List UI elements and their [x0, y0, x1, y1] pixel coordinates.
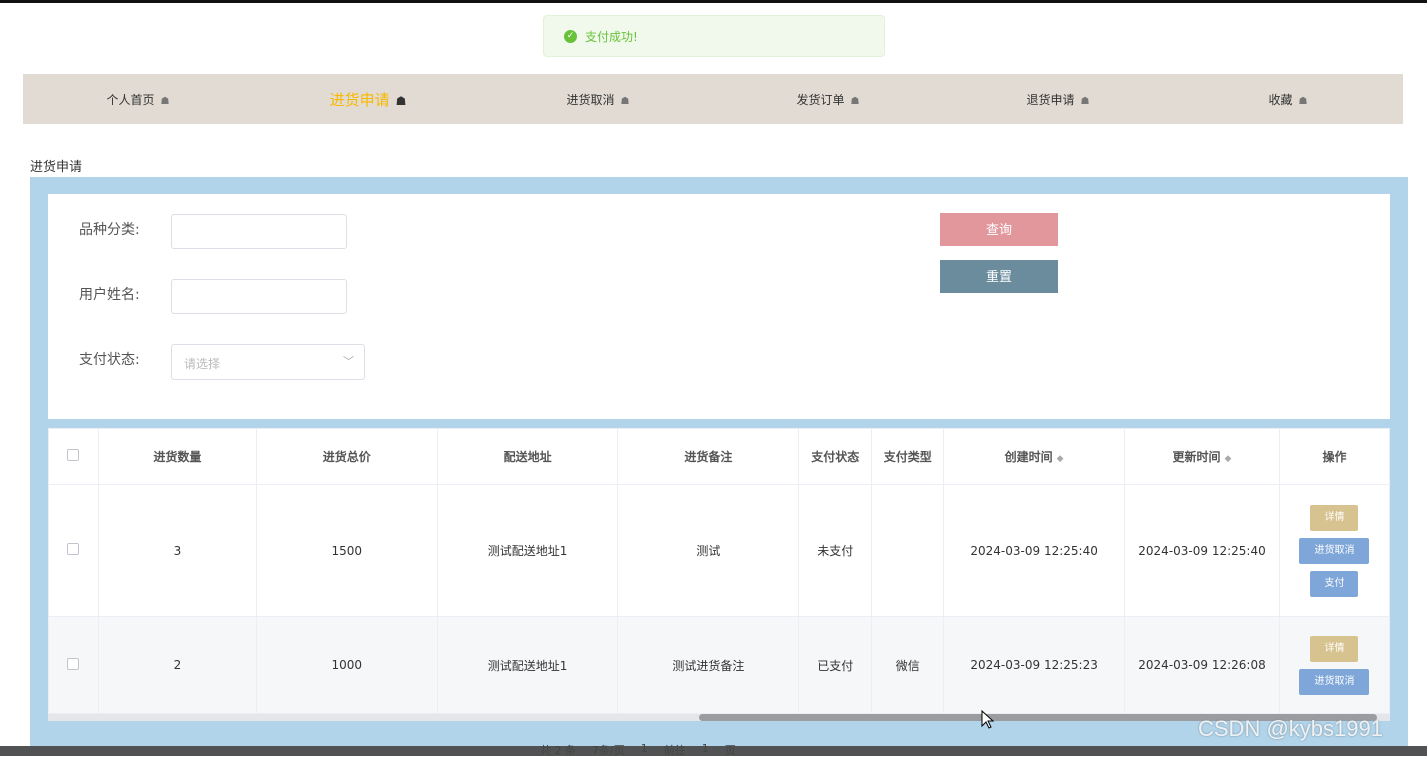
select-all-checkbox[interactable]	[67, 449, 80, 461]
row-select-cell	[48, 484, 99, 617]
header-cell: 进货数量	[97, 428, 257, 485]
nav-label: 个人首页	[106, 92, 155, 107]
header-cell: 进货备注	[617, 428, 800, 485]
sort-icon[interactable]: ◆	[1057, 454, 1064, 464]
nav-label: 发货订单	[796, 92, 845, 107]
header-label: 更新时间	[1172, 450, 1221, 464]
top-nav: 个人首页 ☗ 进货申请 ☗ 进货取消 ☗ 发货订单 ☗ 退货申请 ☗ 收藏 ☗	[23, 74, 1403, 124]
check-circle-icon: ✓	[564, 29, 577, 43]
cancel-purchase-button[interactable]: 进货取消	[1299, 537, 1370, 564]
table-row: 2 1000 测试配送地址1 测试进货备注 已支付 微信 2024-03-09 …	[48, 616, 1390, 714]
cell-created: 2024-03-09 12:25:40	[943, 484, 1126, 617]
cell-pay-type	[871, 484, 945, 617]
query-button[interactable]: 查询	[940, 213, 1058, 246]
cell-remark: 测试	[617, 484, 800, 617]
home-icon: ☗	[395, 93, 407, 108]
username-input[interactable]	[171, 279, 347, 314]
toast-message: 支付成功!	[585, 29, 638, 44]
cell-address: 测试配送地址1	[436, 616, 619, 714]
mouse-cursor-icon	[981, 710, 995, 729]
watermark-text: CSDN @kybs1991	[1198, 716, 1383, 741]
nav-item-home[interactable]: 个人首页 ☗	[23, 91, 253, 108]
nav-item-return-request[interactable]: 退货申请 ☗	[943, 91, 1173, 108]
header-created-time[interactable]: 创建时间 ◆	[943, 428, 1126, 485]
nav-label: 收藏	[1268, 92, 1293, 107]
chevron-down-icon: ﹀	[343, 355, 354, 368]
nav-label: 进货申请	[329, 90, 390, 109]
home-icon: ☗	[1080, 95, 1090, 107]
home-icon: ☗	[160, 95, 170, 107]
cell-actions: 详情 进货取消 支付	[1278, 484, 1390, 617]
nav-item-favorites[interactable]: 收藏 ☗	[1173, 91, 1403, 108]
table-row: 3 1500 测试配送地址1 测试 未支付 2024-03-09 12:25:4…	[48, 484, 1390, 617]
cell-total: 1000	[255, 616, 438, 714]
header-cell: 配送地址	[436, 428, 619, 485]
category-label: 品种分类:	[79, 222, 140, 238]
select-placeholder: 请选择	[184, 357, 221, 371]
header-label: 创建时间	[1004, 450, 1053, 464]
cell-remark: 测试进货备注	[617, 616, 800, 714]
pay-status-label: 支付状态:	[79, 352, 140, 368]
cancel-purchase-button[interactable]: 进货取消	[1299, 668, 1370, 695]
header-updated-time[interactable]: 更新时间 ◆	[1124, 428, 1280, 485]
header-cell: 操作	[1278, 428, 1390, 485]
cell-pay-status: 未支付	[798, 484, 873, 617]
data-table: 进货数量 进货总价 配送地址 进货备注 支付状态 支付类型 创建时间 ◆ 更新时间…	[48, 428, 1390, 717]
cell-actions: 详情 进货取消	[1278, 616, 1390, 714]
header-cell: 支付状态	[798, 428, 873, 485]
detail-button[interactable]: 详情	[1310, 504, 1359, 531]
cell-qty: 2	[97, 616, 257, 714]
header-cell: 支付类型	[871, 428, 945, 485]
category-input[interactable]	[171, 214, 347, 249]
nav-item-shipping-orders[interactable]: 发货订单 ☗	[713, 91, 943, 108]
page-title: 进货申请	[30, 160, 83, 175]
nav-item-purchase-cancel[interactable]: 进货取消 ☗	[483, 91, 713, 108]
home-icon: ☗	[1298, 95, 1308, 107]
cell-updated: 2024-03-09 12:25:40	[1124, 484, 1280, 617]
row-select-cell	[48, 616, 99, 714]
home-icon: ☗	[850, 95, 860, 107]
cell-total: 1500	[255, 484, 438, 617]
sort-icon[interactable]: ◆	[1225, 454, 1232, 464]
cell-created: 2024-03-09 12:25:23	[943, 616, 1126, 714]
pay-status-select[interactable]: 请选择 ﹀	[171, 344, 365, 380]
table-header-row: 进货数量 进货总价 配送地址 进货备注 支付状态 支付类型 创建时间 ◆ 更新时间…	[48, 428, 1390, 485]
reset-button[interactable]: 重置	[940, 260, 1058, 293]
cell-pay-type: 微信	[871, 616, 945, 714]
header-cell: 进货总价	[255, 428, 438, 485]
username-label: 用户姓名:	[79, 287, 140, 303]
nav-item-purchase-request[interactable]: 进货申请 ☗	[253, 89, 483, 110]
cell-address: 测试配送地址1	[436, 484, 619, 617]
home-icon: ☗	[620, 95, 630, 107]
pay-button[interactable]: 支付	[1310, 570, 1359, 597]
nav-label: 进货取消	[566, 92, 615, 107]
row-checkbox[interactable]	[67, 657, 80, 670]
cell-updated: 2024-03-09 12:26:08	[1124, 616, 1280, 714]
cell-qty: 3	[97, 484, 257, 617]
select-all-cell	[48, 428, 99, 485]
top-border	[0, 0, 1427, 3]
cell-pay-status: 已支付	[798, 616, 873, 714]
nav-label: 退货申请	[1026, 92, 1075, 107]
success-toast: ✓ 支付成功!	[543, 15, 885, 57]
detail-button[interactable]: 详情	[1310, 635, 1359, 662]
row-checkbox[interactable]	[67, 543, 80, 555]
